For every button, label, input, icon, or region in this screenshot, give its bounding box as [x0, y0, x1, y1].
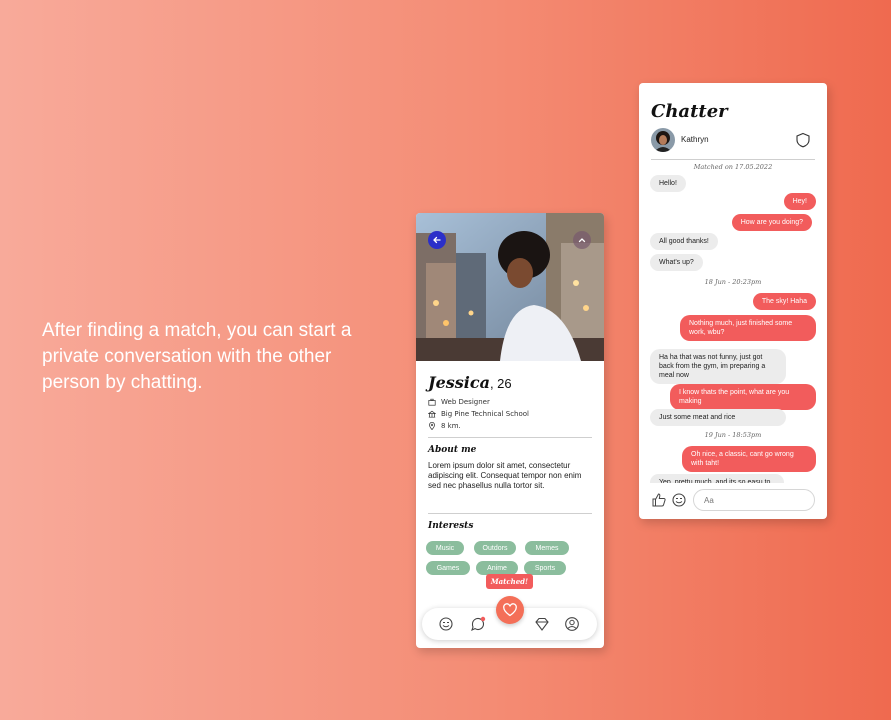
thumbs-up-icon[interactable] — [651, 492, 667, 508]
smiley-icon[interactable] — [438, 616, 454, 632]
contact-name[interactable]: Kathryn — [681, 135, 709, 144]
interests-title: Interests — [428, 521, 474, 531]
job-row: Web Designer — [428, 397, 592, 406]
about-title: About me — [428, 445, 477, 455]
matched-date: Matched on 17.05.2022 — [693, 163, 773, 171]
chevron-up-icon — [578, 238, 586, 243]
message-bubble: Hello! — [650, 175, 686, 192]
divider — [428, 437, 592, 438]
job-text: Web Designer — [441, 397, 490, 406]
smiley-icon[interactable] — [671, 492, 687, 508]
distance-text: 8 km. — [441, 421, 461, 430]
school-icon — [428, 410, 436, 418]
chat-icon[interactable] — [470, 616, 486, 632]
profile-photo — [416, 213, 604, 361]
message-bubble: Ha ha that was not funny, just got back … — [650, 349, 786, 384]
message-input[interactable]: Aa — [693, 489, 815, 511]
interest-chip[interactable]: Games — [426, 561, 470, 575]
message-bubble: The sky! Haha — [752, 293, 816, 310]
message-bubble: Yep, prettu much, and its so easu to — [650, 474, 784, 483]
interest-chip[interactable]: Outdors — [474, 541, 516, 555]
profile-name: Jessica — [428, 373, 490, 392]
message-composer: Aa — [639, 483, 827, 519]
back-button[interactable] — [428, 231, 446, 249]
interest-chip[interactable]: Sports — [524, 561, 566, 575]
interest-chip[interactable]: Memes — [525, 541, 569, 555]
message-bubble: How are you doing? — [731, 214, 812, 231]
message-list[interactable]: Matched on 17.05.2022 Hello! Hey! How ar… — [639, 161, 827, 483]
diamond-icon[interactable] — [534, 616, 550, 632]
message-bubble: Just some meat and rice — [650, 409, 786, 426]
school-row: Big Pine Technical School — [428, 409, 592, 418]
location-pin-icon — [429, 421, 435, 430]
chat-card: Chatter Kathryn Matched on 17.05.2022 He… — [639, 83, 827, 519]
school-text: Big Pine Technical School — [441, 409, 530, 418]
matched-badge: Matched! — [486, 574, 533, 589]
distance-row: 8 km. — [428, 421, 592, 430]
divider — [651, 159, 815, 160]
interest-chip[interactable]: Anime — [476, 561, 518, 575]
profile-age: , 26 — [489, 376, 512, 391]
interest-chip[interactable]: Music — [426, 541, 464, 555]
timestamp: 18 Jun - 20:23pm — [704, 278, 762, 286]
message-bubble: All good thanks! — [650, 233, 718, 250]
profile-name-row: Jessica, 26 — [428, 373, 592, 392]
avatar[interactable] — [651, 128, 675, 152]
timestamp: 19 Jun - 18:53pm — [704, 431, 762, 439]
divider — [428, 513, 592, 514]
tagline: After finding a match, you can start a p… — [42, 320, 352, 393]
bottom-nav — [422, 596, 597, 640]
expand-button[interactable] — [573, 231, 591, 249]
back-arrow-icon — [433, 236, 441, 244]
message-bubble: Oh nice, a classic, cant go wrong with t… — [682, 446, 816, 472]
message-bubble: Hey! — [783, 193, 816, 210]
about-text: Lorem ipsum dolor sit amet, consectetur … — [428, 461, 582, 490]
profile-card: Jessica, 26 Web Designer Big Pine Techni… — [416, 213, 604, 648]
heart-icon — [503, 603, 517, 617]
user-icon[interactable] — [564, 616, 580, 632]
message-bubble: I know thats the point, what are you mak… — [670, 384, 816, 410]
match-heart-button[interactable] — [496, 596, 524, 624]
briefcase-icon — [428, 398, 436, 406]
message-bubble: Nothing much, just finished some work, w… — [680, 315, 816, 341]
message-bubble: What's up? — [650, 254, 703, 271]
chat-title: Chatter — [651, 101, 728, 122]
shield-icon[interactable] — [795, 132, 811, 148]
